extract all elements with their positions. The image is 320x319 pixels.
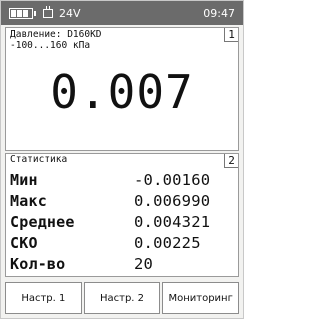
- status-bar: 24V 09:47: [1, 1, 243, 25]
- measured-value: 0.007: [50, 65, 194, 119]
- panel-title: Статистика: [10, 154, 68, 165]
- stat-row-min: Мин -0.00160: [10, 170, 230, 191]
- stat-value: 0.00225: [134, 234, 201, 252]
- statistics-panel[interactable]: 2 Статистика Мин -0.00160 Макс 0.006990 …: [5, 153, 239, 277]
- statistics-list: Мин -0.00160 Макс 0.006990 Среднее 0.004…: [10, 170, 230, 275]
- stat-label: СКО: [10, 234, 38, 252]
- stat-row-mean: Среднее 0.004321: [10, 212, 230, 233]
- settings-1-button[interactable]: Настр. 1: [5, 282, 82, 314]
- stat-label: Среднее: [10, 213, 75, 231]
- softkey-bar: Настр. 1 Настр. 2 Мониторинг: [5, 282, 240, 314]
- stat-row-std: СКО 0.00225: [10, 233, 230, 254]
- sensor-label: Давление: D160KD: [10, 29, 102, 40]
- voltage-label: 24V: [59, 6, 81, 20]
- monitoring-button[interactable]: Мониторинг: [162, 282, 240, 314]
- stat-label: Мин: [10, 171, 38, 189]
- stat-row-max: Макс 0.006990: [10, 191, 230, 212]
- measurement-panel[interactable]: 1 Давление: D160KD -100...160 кПа 0.007: [5, 27, 239, 151]
- stat-row-count: Кол-во 20: [10, 254, 230, 275]
- plug-icon: [43, 5, 53, 18]
- panel-number-badge: 1: [224, 28, 238, 42]
- panel-number-badge: 2: [224, 154, 238, 168]
- stat-value: 0.006990: [134, 192, 211, 210]
- stat-value: 0.004321: [134, 213, 211, 231]
- clock: 09:47: [203, 6, 235, 20]
- device-screen: 24V 09:47 1 Давление: D160KD -100...160 …: [0, 0, 244, 319]
- battery-icon: [9, 7, 36, 19]
- settings-2-button[interactable]: Настр. 2: [83, 282, 161, 314]
- stat-label: Кол-во: [10, 255, 66, 273]
- stat-value: -0.00160: [134, 171, 211, 189]
- stat-value: 20: [134, 255, 154, 273]
- stat-label: Макс: [10, 192, 47, 210]
- range-label: -100...160 кПа: [10, 40, 91, 51]
